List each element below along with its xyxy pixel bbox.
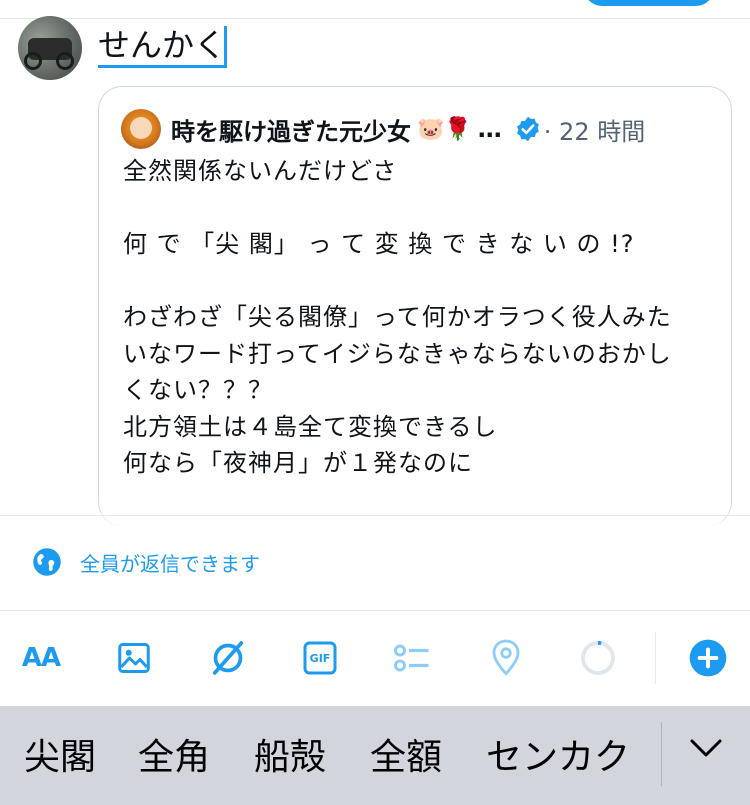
gif-button[interactable]: GIF (300, 636, 340, 680)
location-button[interactable] (486, 636, 526, 680)
chevron-down-icon[interactable] (688, 735, 724, 763)
add-thread-button[interactable] (688, 636, 728, 680)
suggestion-candidate[interactable]: 尖閣 (24, 734, 96, 782)
name-ellipsis: … (477, 115, 502, 143)
character-count-ring (578, 636, 618, 680)
post-button[interactable] (584, 0, 714, 6)
body-line: 北方領土は４島全て変換できるし (123, 412, 498, 441)
suggestion-candidate[interactable]: 船殻 (254, 734, 326, 782)
gif-label: GIF (309, 651, 331, 665)
poll-icon (394, 644, 429, 672)
body-line: わざわざ「尖る閣僚」って何かオラつく役人みた (123, 303, 672, 331)
toolbar-divider (0, 610, 750, 611)
quoted-author-avatar (121, 109, 161, 149)
verified-badge-icon (516, 116, 539, 142)
quoted-post-header: 時を駆け過ぎた元少女 🐷🌹 … · 22 時間 (121, 109, 645, 149)
globe-icon (33, 548, 61, 576)
quoted-post-card[interactable]: 時を駆け過ぎた元少女 🐷🌹 … · 22 時間 全然関係ないんだけどさ 何 で … (98, 86, 732, 526)
suggestion-candidate[interactable]: 全額 (370, 734, 442, 782)
body-line: いなワード打ってイジらなきゃならないのおかし (123, 339, 672, 368)
body-line: くない？？？ (123, 376, 273, 404)
text-caret (224, 26, 227, 68)
reply-setting-divider (0, 515, 750, 516)
ime-composition-underline (98, 65, 227, 68)
progress-ring-icon (581, 641, 615, 675)
body-line: 何なら「夜神月」が１発なのに (123, 449, 473, 477)
quoted-post-time: · 22 時間 (543, 117, 646, 146)
quoted-author-emoji: 🐷🌹 (417, 116, 472, 142)
reply-setting-label: 全員が返信できます (80, 551, 260, 576)
quoted-post-body: 全然関係ないんだけどさ 何 で 「尖 閣」 っ て 変 換 で き な い の … (123, 153, 713, 482)
no-sign-button[interactable] (208, 636, 248, 680)
body-line: 全然関係ないんだけどさ (123, 157, 398, 185)
quoted-author-name: 時を駆け過ぎた元少女 (171, 117, 411, 146)
composer-avatar[interactable] (18, 16, 82, 80)
compose-input[interactable]: せんかく (98, 22, 227, 68)
image-button[interactable] (114, 636, 154, 680)
no-sign-icon (212, 641, 244, 675)
suggestion-candidate[interactable]: センカク (486, 734, 630, 782)
suggestion-candidate[interactable]: 全角 (138, 734, 210, 782)
text-size-icon: AA (21, 643, 61, 673)
image-icon (118, 643, 150, 673)
body-blank-line (123, 190, 713, 227)
body-line: 何 で 「尖 閣」 っ て 変 換 で き な い の !? (123, 230, 635, 258)
location-icon (492, 639, 520, 676)
suggestion-separator (661, 722, 662, 786)
poll-button[interactable] (392, 636, 432, 680)
compose-input-text: せんかく (98, 26, 227, 64)
top-divider (0, 18, 750, 19)
reply-setting-button[interactable]: 全員が返信できます (32, 545, 260, 579)
toolbar-separator (655, 632, 656, 684)
add-icon (689, 639, 727, 677)
body-blank-line (123, 263, 713, 300)
text-size-button[interactable]: AA (20, 636, 62, 680)
